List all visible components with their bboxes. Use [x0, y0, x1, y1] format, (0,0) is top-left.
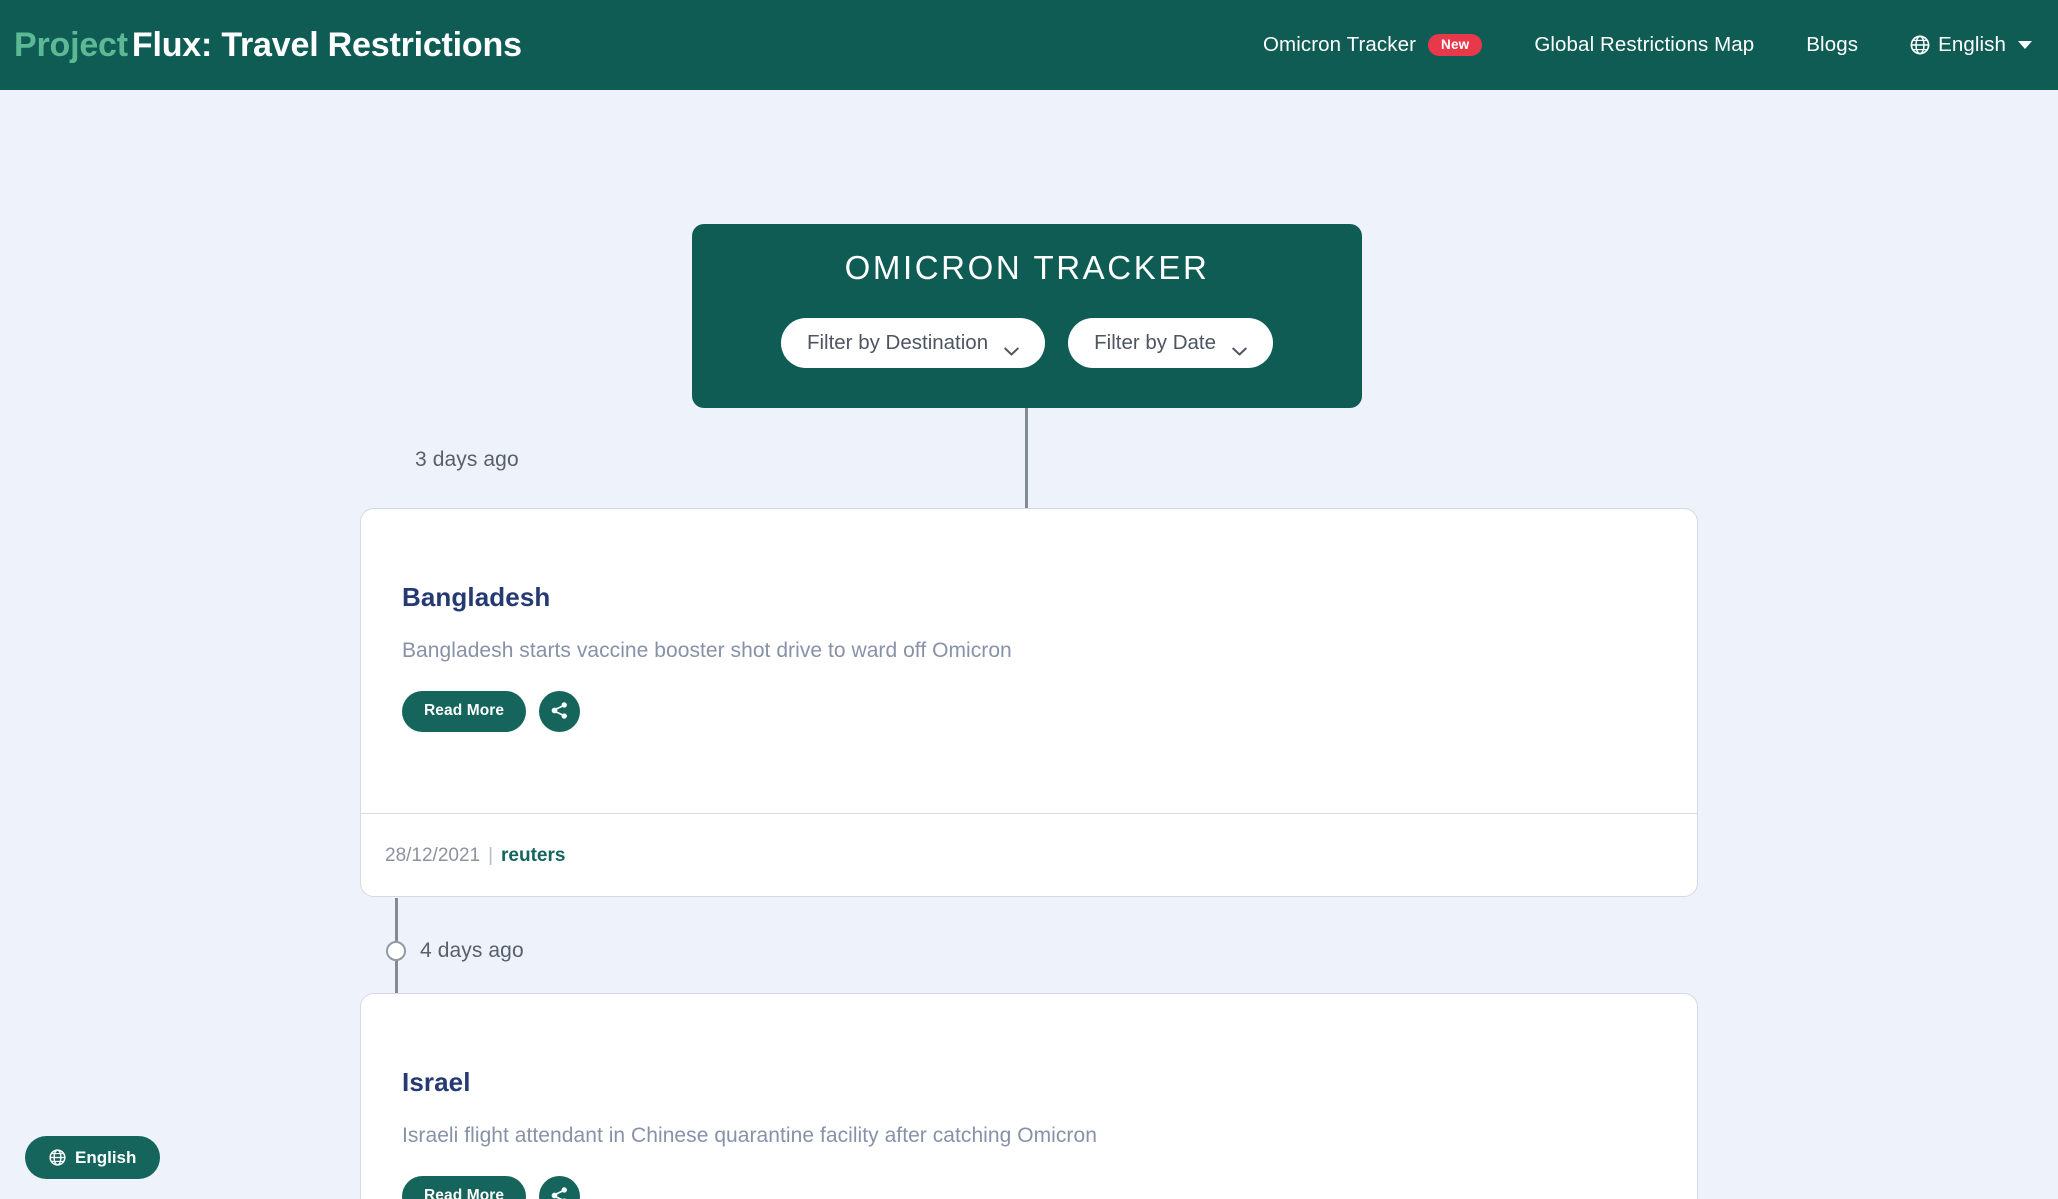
- news-card-date: 28/12/2021: [385, 844, 481, 866]
- news-card-description: Israeli flight attendant in Chinese quar…: [402, 1124, 1097, 1147]
- language-label: English: [1938, 33, 2006, 56]
- filter-date-label: Filter by Date: [1094, 330, 1217, 354]
- share-icon: [550, 701, 569, 723]
- tracker-title: OMICRON TRACKER: [844, 249, 1210, 286]
- news-card-country[interactable]: Israel: [402, 1067, 471, 1098]
- timeline-timestamp-4-days: 4 days ago: [420, 939, 524, 962]
- timeline-trunk-connector: [1025, 408, 1028, 509]
- site-brand-logo[interactable]: Project Flux: Travel Restrictions: [14, 26, 522, 65]
- main-content: OMICRON TRACKER Filter by Destination Fi…: [0, 90, 2058, 1199]
- brand-title: Flux: Travel Restrictions: [131, 25, 522, 64]
- news-card-footer: 28/12/2021 | reuters: [361, 813, 1697, 896]
- share-button[interactable]: [539, 691, 581, 732]
- nav-label-global-restrictions-map: Global Restrictions Map: [1534, 33, 1755, 56]
- footer-separator: |: [488, 844, 494, 866]
- filter-by-date-dropdown[interactable]: Filter by Date: [1068, 317, 1274, 368]
- chevron-down-icon: [2018, 41, 2032, 49]
- timeline-marker-dot: [386, 941, 406, 961]
- filter-destination-label: Filter by Destination: [806, 330, 989, 354]
- main-navigation: Omicron Tracker New Global Restrictions …: [1237, 33, 2036, 57]
- nav-item-blogs[interactable]: Blogs: [1780, 33, 1884, 57]
- share-icon: [550, 1186, 569, 1199]
- news-card-actions: Read More: [402, 691, 1697, 732]
- chevron-down-icon: [1232, 338, 1247, 356]
- nav-label-omicron-tracker: Omicron Tracker: [1263, 33, 1416, 56]
- read-more-button[interactable]: Read More: [402, 691, 527, 732]
- news-card-body: Israel Israeli flight attendant in Chine…: [361, 994, 1697, 1199]
- news-card: Israel Israeli flight attendant in Chine…: [360, 993, 1698, 1199]
- read-more-button[interactable]: Read More: [402, 1176, 527, 1199]
- news-card-actions: Read More: [402, 1176, 1697, 1199]
- news-card: Bangladesh Bangladesh starts vaccine boo…: [360, 508, 1698, 897]
- timeline-timestamp-3-days: 3 days ago: [415, 448, 519, 471]
- floating-language-label: English: [75, 1147, 137, 1167]
- nav-item-global-restrictions-map[interactable]: Global Restrictions Map: [1508, 33, 1780, 57]
- globe-icon: [1910, 35, 1930, 55]
- news-card-country[interactable]: Bangladesh: [402, 582, 550, 613]
- share-button[interactable]: [539, 1176, 581, 1199]
- omicron-tracker-panel: OMICRON TRACKER Filter by Destination Fi…: [692, 224, 1362, 408]
- globe-icon: [49, 1149, 66, 1166]
- nav-label-blogs: Blogs: [1806, 33, 1859, 56]
- news-card-description: Bangladesh starts vaccine booster shot d…: [402, 639, 1012, 662]
- brand-prefix: Project: [14, 25, 128, 64]
- language-selector[interactable]: English: [1884, 33, 2036, 57]
- site-header: Project Flux: Travel Restrictions Omicron…: [0, 0, 2058, 90]
- news-card-source[interactable]: reuters: [501, 845, 565, 867]
- nav-item-omicron-tracker[interactable]: Omicron Tracker New: [1237, 33, 1508, 57]
- news-card-body: Bangladesh Bangladesh starts vaccine boo…: [361, 509, 1697, 813]
- filter-row: Filter by Destination Filter by Date: [692, 317, 1362, 368]
- floating-language-widget[interactable]: English: [25, 1136, 161, 1179]
- new-badge: New: [1428, 33, 1483, 57]
- filter-by-destination-dropdown[interactable]: Filter by Destination: [780, 317, 1046, 368]
- chevron-down-icon: [1004, 338, 1019, 356]
